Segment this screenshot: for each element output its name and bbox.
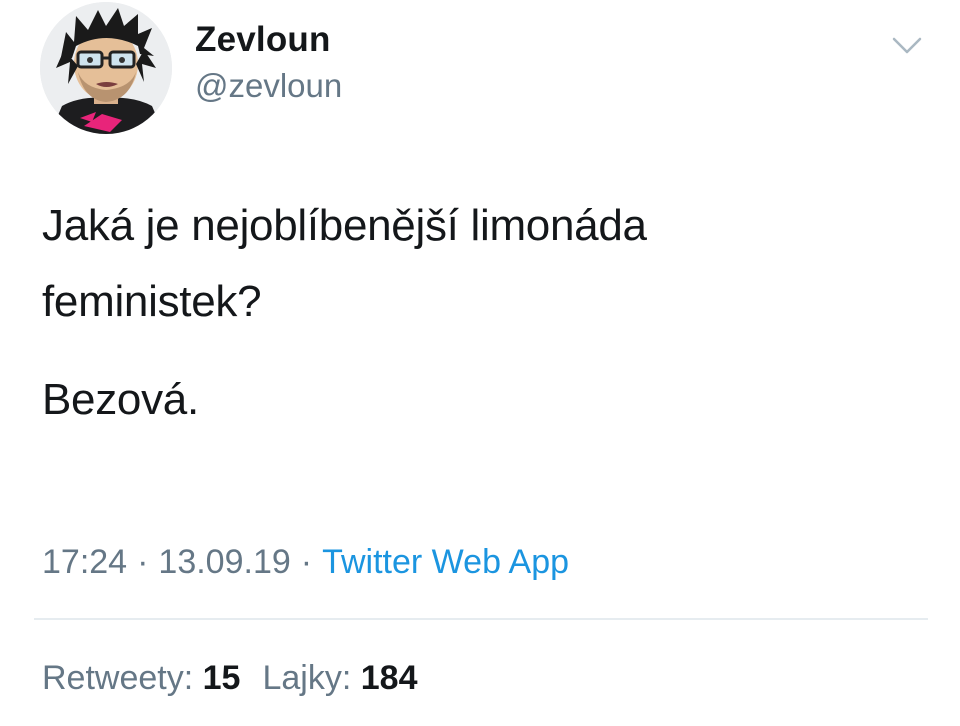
tweet-card: Zevloun @zevloun Jaká je nejoblíbenější … [0, 0, 960, 726]
retweets-label: Retweety: [42, 659, 194, 697]
likes-stat[interactable]: Lajky: 184 [262, 659, 417, 697]
tweet-meta: 17:24 · 13.09.19 · Twitter Web App [42, 540, 569, 584]
chevron-down-icon[interactable] [890, 32, 924, 58]
user-handle[interactable]: @zevloun [195, 64, 342, 108]
avatar[interactable] [40, 2, 172, 134]
divider [34, 618, 928, 620]
tweet-text-line: feministek? [42, 277, 262, 326]
retweets-count: 15 [202, 659, 241, 697]
author-block: Zevloun @zevloun [195, 18, 342, 108]
tweet-text-line: Jaká je nejoblíbenější limonáda [42, 201, 647, 250]
tweet-source-link[interactable]: Twitter Web App [322, 543, 569, 581]
retweets-stat[interactable]: Retweety: 15 [42, 659, 240, 697]
tweet-time[interactable]: 17:24 [42, 543, 127, 581]
meta-separator: · [300, 543, 313, 581]
tweet-text-line: Bezová. [42, 375, 199, 424]
tweet-text: Jaká je nejoblíbenější limonáda feminist… [42, 188, 922, 438]
tweet-date[interactable]: 13.09.19 [158, 543, 290, 581]
tweet-stats: Retweety: 15 Lajky: 184 [42, 656, 417, 700]
meta-separator: · [137, 543, 149, 581]
likes-label: Lajky: [262, 659, 352, 697]
display-name[interactable]: Zevloun [195, 18, 342, 62]
likes-count: 184 [360, 659, 418, 697]
avatar-illustration [40, 2, 172, 134]
